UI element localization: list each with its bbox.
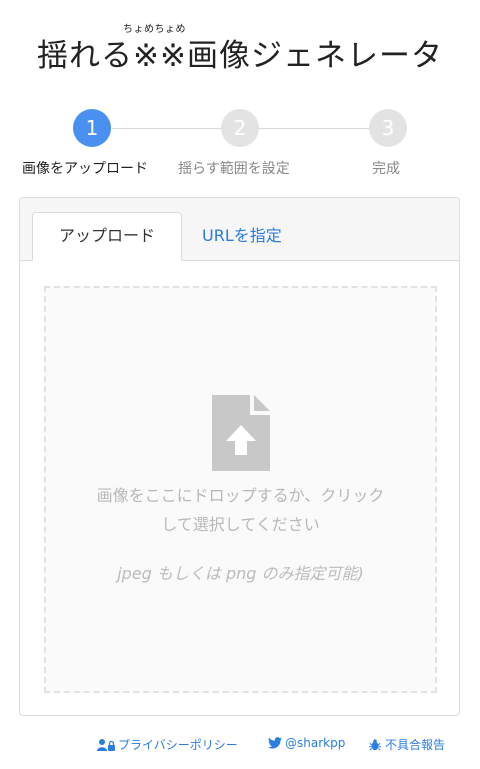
bug-report-label: 不具合報告: [385, 738, 446, 752]
step-connector: [259, 128, 369, 129]
page-title: 揺れる※※画像ジェネレータ: [37, 38, 443, 74]
tab-bar: アップロード URLを指定: [20, 198, 459, 261]
twitter-icon: [268, 737, 282, 749]
step-2-circle: 2: [221, 109, 259, 147]
footer: プライバシーポリシー @sharkpp 不具合報告: [0, 736, 480, 754]
bug-icon: [369, 738, 381, 751]
image-dropzone[interactable]: 画像をここにドロップするか、クリック して選択してください jpeg もしくは …: [44, 286, 437, 693]
header: ちょめちょめ 揺れる※※画像ジェネレータ: [0, 0, 480, 80]
privacy-link-label: プライバシーポリシー: [118, 738, 238, 752]
twitter-handle: @sharkpp: [285, 736, 346, 750]
file-upload-icon: [212, 395, 270, 471]
privacy-link[interactable]: プライバシーポリシー: [97, 736, 238, 753]
step-3-circle: 3: [369, 109, 407, 147]
bug-report-link[interactable]: 不具合報告: [368, 736, 445, 753]
step-3-label: 完成: [372, 161, 400, 177]
step-connector: [112, 128, 221, 129]
twitter-link[interactable]: @sharkpp: [268, 736, 345, 750]
tab-url[interactable]: URLを指定: [202, 212, 282, 260]
dropzone-instructions: 画像をここにドロップするか、クリック して選択してください: [46, 481, 435, 539]
step-1-circle: 1: [73, 109, 111, 147]
dropzone-file-hint: jpeg もしくは png のみ指定可能): [117, 564, 364, 583]
step-2-label: 揺らす範囲を設定: [178, 161, 290, 177]
dropzone-line-1: 画像をここにドロップするか、クリック: [96, 486, 385, 505]
user-lock-icon: [97, 738, 115, 751]
dropzone-line-2: して選択してください: [161, 515, 320, 534]
step-1-label: 画像をアップロード: [22, 161, 148, 177]
upload-card: アップロード URLを指定 画像をここにドロップするか、クリック して選択してく…: [19, 197, 460, 716]
tab-upload[interactable]: アップロード: [32, 212, 182, 261]
